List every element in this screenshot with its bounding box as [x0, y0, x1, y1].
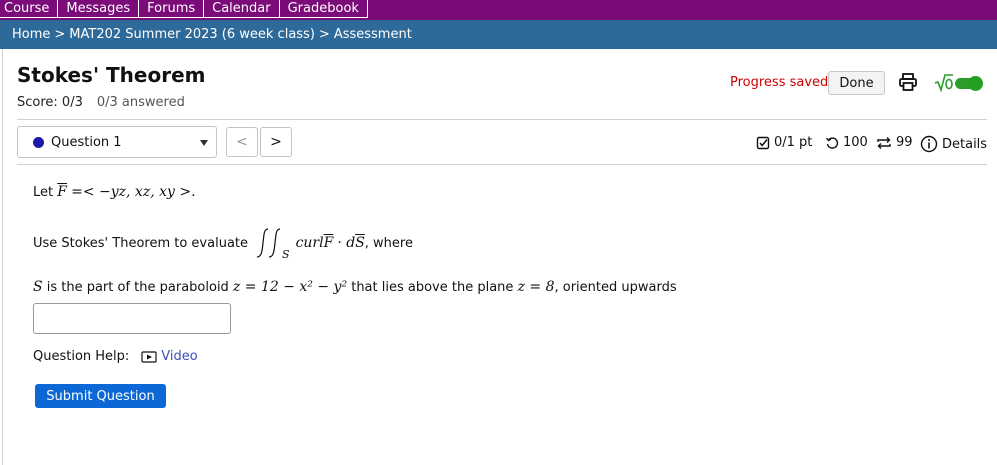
text-above-plane: that lies above the plane	[351, 280, 514, 295]
dot-d: · d	[337, 235, 356, 251]
curl-text: curl	[295, 235, 324, 251]
score-line: Score: 0/3 0/3 answered	[17, 95, 185, 110]
details-label: Details	[942, 136, 988, 152]
top-navigation: Course Messages Forums Calendar Gradeboo…	[0, 0, 997, 20]
text-let: Let	[33, 185, 54, 200]
vector-f-definition: =< −yz, xz, xy >.	[71, 184, 196, 200]
breadcrumb: Home > MAT202 Summer 2023 (6 week class) > A…	[0, 20, 997, 49]
math-entry-toggle[interactable]	[955, 76, 983, 91]
nav-calendar-link[interactable]: Calendar	[204, 0, 280, 18]
divider	[17, 164, 987, 165]
submit-question-button[interactable]: Submit Question	[35, 384, 166, 408]
points-info: 0/1 pt	[756, 135, 812, 150]
question-line-3: S is the part of the paraboloid z = 12 −…	[33, 279, 677, 295]
breadcrumb-home[interactable]: Home	[12, 27, 50, 42]
nav-gradebook-link[interactable]: Gradebook	[279, 0, 368, 18]
question-line-1: Let F =< −yz, xz, xy >.	[33, 184, 196, 200]
chevron-down-icon	[200, 140, 208, 146]
text-use-stokes: Use Stokes' Theorem to evaluate	[33, 235, 249, 251]
nav-forums-link[interactable]: Forums	[139, 0, 205, 18]
question-line-2: Use Stokes' Theorem to evaluate S curl F…	[33, 226, 413, 261]
video-icon[interactable]	[141, 350, 157, 363]
progress-saved-status: Progress saved	[730, 75, 829, 90]
toggle-knob	[968, 76, 983, 91]
retries-info: 100	[825, 135, 868, 150]
text-paraboloid: is the part of the paraboloid	[46, 280, 229, 295]
math-entry-icon[interactable]	[934, 72, 954, 92]
breadcrumb-course[interactable]: MAT202 Summer 2023 (6 week class)	[69, 27, 315, 42]
vector-f: F	[57, 184, 67, 200]
answer-input[interactable]	[33, 303, 231, 334]
info-icon	[920, 135, 938, 153]
breadcrumb-separator: >	[318, 27, 330, 42]
paraboloid-equation: z = 12 − x² − y²	[232, 279, 348, 295]
vector-s: S	[355, 235, 365, 251]
text-oriented: , oriented upwards	[554, 280, 677, 295]
surface-subscript: S	[282, 247, 290, 261]
checkbox-icon	[756, 136, 770, 149]
nav-course-link[interactable]: Course	[0, 0, 59, 18]
previous-question-button[interactable]: <	[226, 127, 258, 157]
breadcrumb-separator: >	[54, 27, 66, 42]
attempts-value: 99	[896, 135, 913, 150]
plane-equation: z = 8	[517, 279, 555, 295]
done-button[interactable]: Done	[828, 71, 885, 95]
video-link[interactable]: Video	[161, 349, 197, 364]
answered-count: 0/3 answered	[96, 95, 185, 110]
page-title: Stokes' Theorem	[17, 63, 206, 87]
attempts-icon	[877, 136, 891, 149]
question-status-dot	[33, 137, 44, 148]
question-help: Question Help: Video	[33, 349, 198, 364]
points-value: 0/1 pt	[774, 135, 813, 150]
attempts-info: 99	[876, 135, 913, 150]
question-select[interactable]: Question 1	[17, 126, 217, 158]
left-border	[2, 49, 3, 465]
divider	[17, 119, 987, 120]
vector-f: F	[323, 235, 334, 251]
breadcrumb-assessment: Assessment	[333, 27, 412, 42]
question-select-label: Question 1	[51, 135, 122, 150]
next-question-button[interactable]: >	[260, 127, 292, 157]
retry-icon	[825, 136, 839, 149]
details-toggle[interactable]: Details	[920, 135, 987, 153]
surface-s: S	[33, 279, 43, 295]
retries-value: 100	[843, 135, 868, 150]
text-where: , where	[364, 235, 413, 251]
question-help-label: Question Help:	[33, 349, 130, 364]
score-value: Score: 0/3	[17, 95, 83, 110]
nav-messages-link[interactable]: Messages	[58, 0, 140, 18]
print-icon[interactable]	[898, 72, 918, 92]
